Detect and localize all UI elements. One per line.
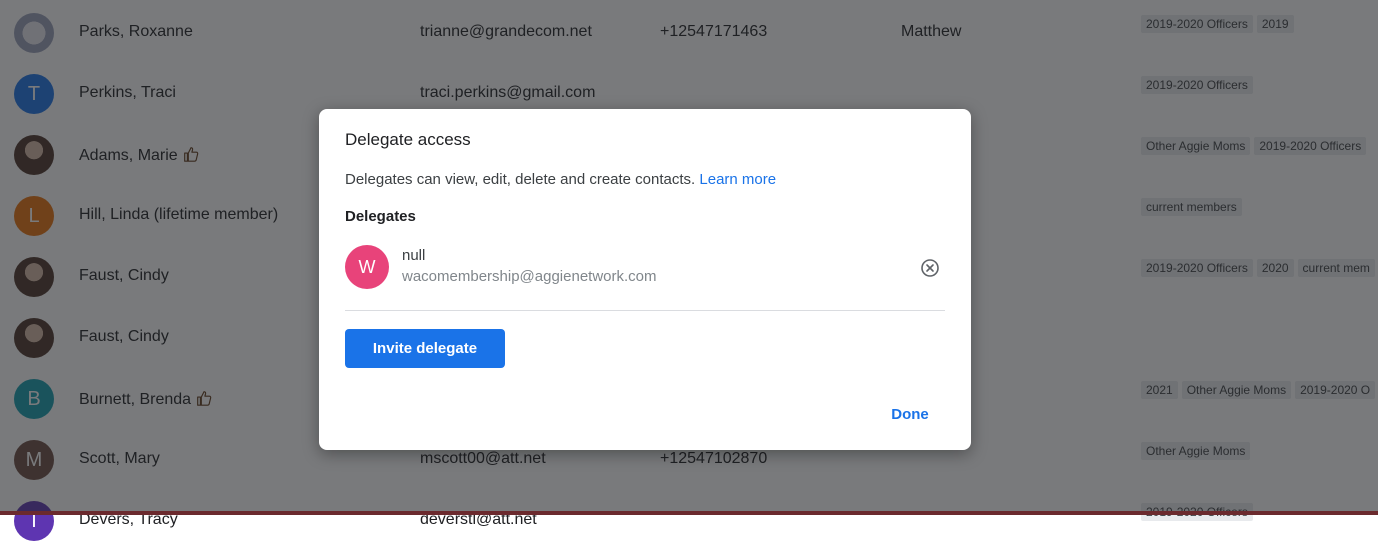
delegate-email: wacomembership@aggienetwork.com	[402, 268, 657, 285]
learn-more-link[interactable]: Learn more	[699, 171, 776, 188]
description-text: Delegates can view, edit, delete and cre…	[345, 171, 696, 188]
close-circle-icon	[921, 259, 939, 277]
dialog-description: Delegates can view, edit, delete and cre…	[345, 171, 776, 188]
delegate-avatar: W	[345, 245, 389, 289]
done-button[interactable]: Done	[879, 401, 941, 427]
remove-delegate-button[interactable]	[920, 258, 940, 278]
delegate-access-dialog: Delegate access Delegates can view, edit…	[319, 109, 971, 450]
window-bottom-edge	[0, 511, 1378, 515]
invite-delegate-button[interactable]: Invite delegate	[345, 329, 505, 368]
dialog-title: Delegate access	[345, 130, 471, 149]
delegates-section-label: Delegates	[345, 208, 416, 225]
dialog-divider	[345, 310, 945, 311]
delegate-name: null	[402, 247, 426, 264]
